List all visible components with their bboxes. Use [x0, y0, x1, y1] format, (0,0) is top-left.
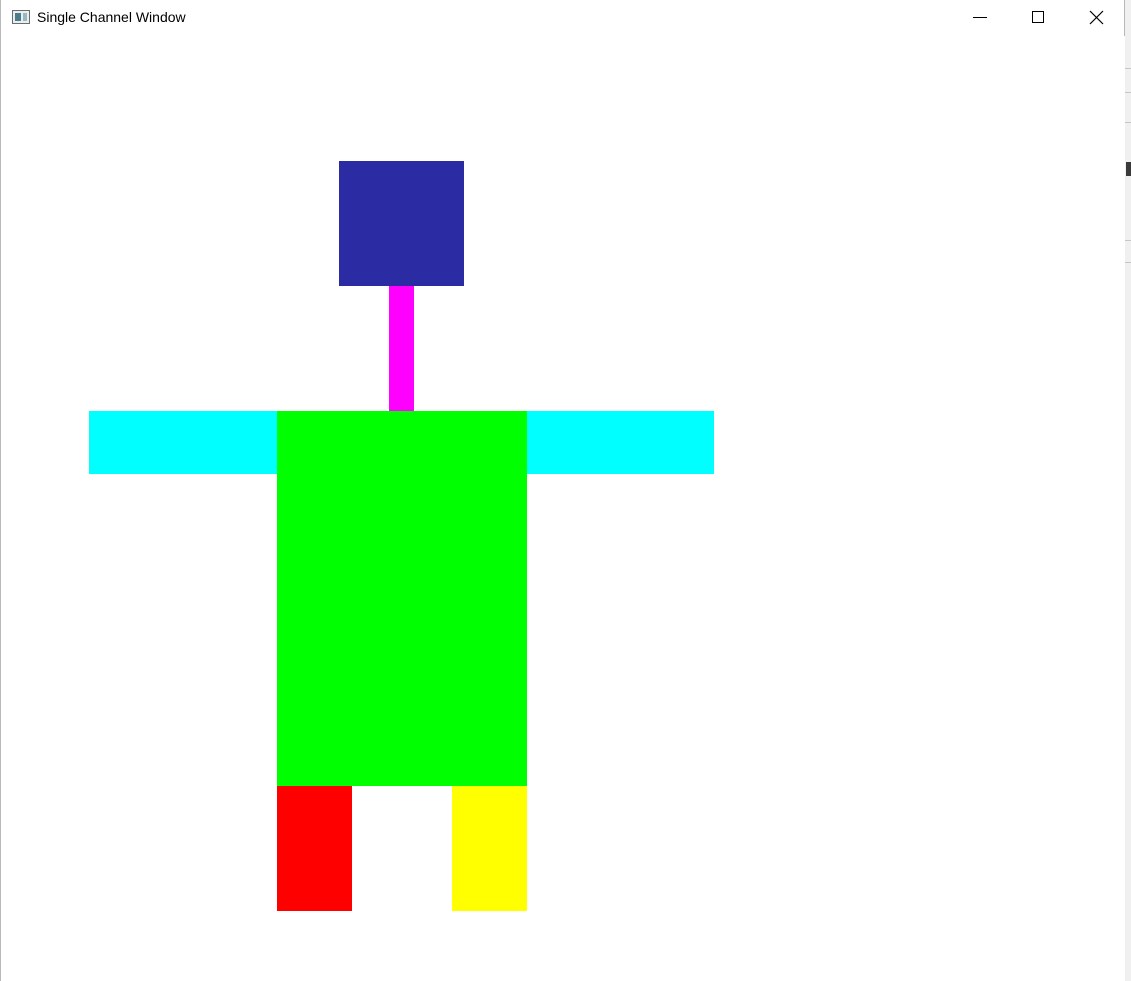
minimize-icon	[973, 17, 987, 18]
figure-head	[339, 161, 464, 286]
drawing-canvas	[2, 36, 1125, 981]
figure-left-arm	[89, 411, 277, 474]
figure-right-leg	[452, 786, 527, 911]
minimize-button[interactable]	[951, 0, 1009, 36]
app-icon	[12, 10, 30, 24]
figure-left-leg	[277, 786, 352, 911]
maximize-button[interactable]	[1009, 0, 1067, 36]
window-title: Single Channel Window	[37, 9, 186, 25]
figure-neck	[389, 286, 414, 411]
maximize-icon	[1032, 11, 1044, 23]
close-button[interactable]	[1067, 0, 1125, 36]
figure-right-arm	[526, 411, 714, 474]
title-bar[interactable]: Single Channel Window	[1, 0, 1124, 36]
figure-torso	[277, 411, 527, 786]
close-icon	[1089, 10, 1104, 25]
app-window: Single Channel Window	[0, 0, 1125, 981]
background-window-edge	[1125, 0, 1131, 981]
